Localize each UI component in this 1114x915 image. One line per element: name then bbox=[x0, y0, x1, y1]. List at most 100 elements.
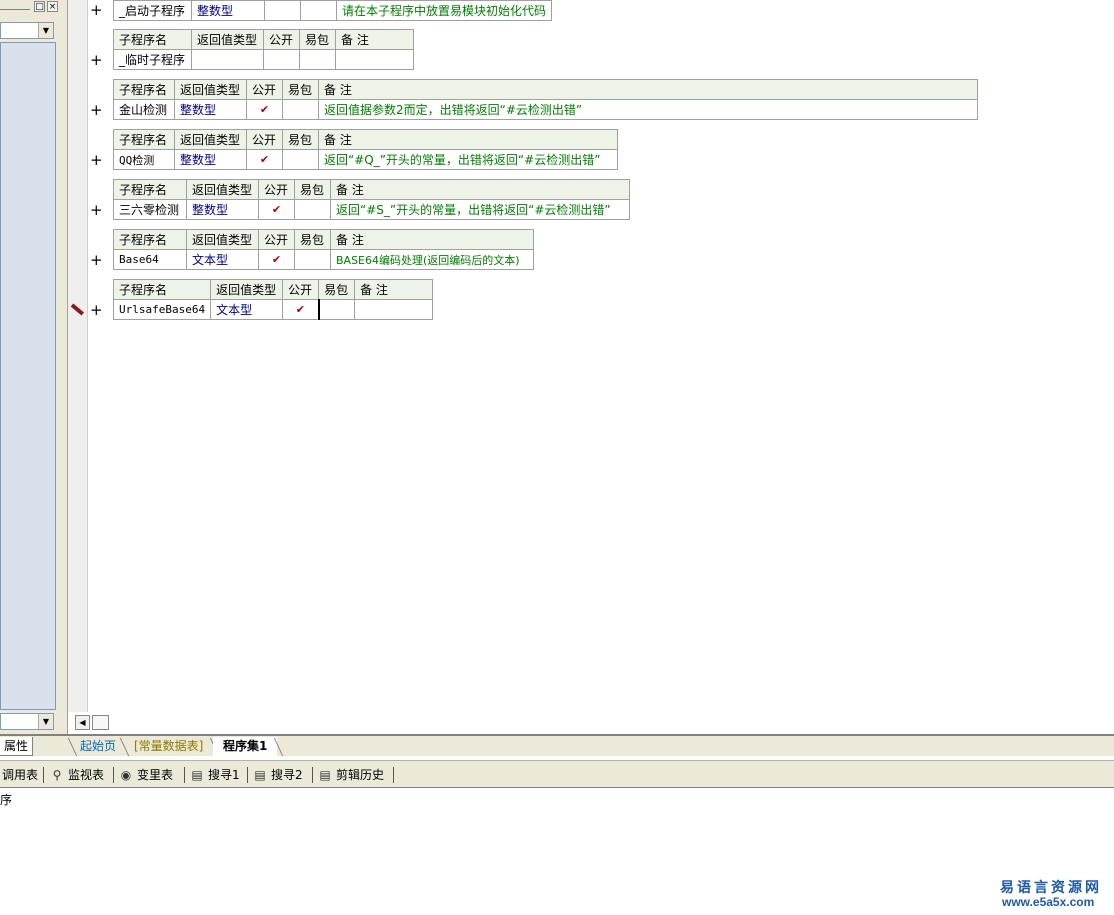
note-cell[interactable]: BASE64编码处理(返回编码后的文本) bbox=[330, 249, 534, 270]
check-icon[interactable]: ✔ bbox=[258, 249, 295, 270]
properties-list[interactable] bbox=[0, 42, 56, 710]
expand-icon[interactable]: + bbox=[90, 3, 103, 18]
easy-pack-cell[interactable] bbox=[299, 49, 336, 70]
subroutine-name[interactable]: QQ检测 bbox=[113, 149, 175, 170]
expand-icon[interactable]: + bbox=[90, 203, 103, 218]
toolbar-divider bbox=[113, 767, 114, 783]
toolbar-divider bbox=[184, 767, 185, 783]
return-type[interactable]: 整数型 bbox=[191, 0, 265, 21]
search2-label: 搜寻2 bbox=[271, 768, 303, 782]
col-easy-pack: 易包 bbox=[318, 279, 356, 300]
search1-button[interactable]: ▤ 搜寻1 bbox=[190, 765, 239, 785]
variable-table-button[interactable]: ◉ 变里表 bbox=[119, 765, 173, 785]
subroutine-table: _启动子程序 整数型 请在本子程序中放置易模块初始化代码 bbox=[113, 0, 553, 21]
col-return-type: 返回值类型 bbox=[174, 129, 247, 150]
table-header: 子程序名 返回值类型 公开 易包 备 注 bbox=[113, 129, 618, 150]
subroutine-table: 子程序名 返回值类型 公开 易包 备 注 金山检测 整数型 ✔ 返回值据参数2而… bbox=[113, 79, 978, 120]
watermark-title: 易语言资源网 bbox=[1000, 880, 1102, 896]
table-row: _临时子程序 bbox=[113, 49, 414, 70]
col-easy-pack: 易包 bbox=[282, 79, 319, 100]
return-type[interactable]: 整数型 bbox=[174, 99, 247, 120]
subroutine-name[interactable]: _临时子程序 bbox=[113, 49, 192, 70]
close-icon[interactable]: × bbox=[47, 1, 58, 12]
property-combo[interactable]: ▼ bbox=[0, 713, 54, 730]
expand-icon[interactable]: + bbox=[90, 153, 103, 168]
bottom-toolbar: 调用表 ⚲ 监视表 ◉ 变里表 ▤ 搜寻1 ▤ 搜寻2 ▤ 剪辑历史 bbox=[0, 760, 1114, 788]
check-icon[interactable]: ✔ bbox=[258, 199, 295, 220]
col-name: 子程序名 bbox=[113, 29, 192, 50]
check-icon[interactable]: ✔ bbox=[246, 149, 283, 170]
expand-icon[interactable]: + bbox=[90, 253, 103, 268]
col-return-type: 返回值类型 bbox=[186, 229, 259, 250]
subroutine-name[interactable]: 金山检测 bbox=[113, 99, 175, 120]
minimize-icon[interactable]: □ bbox=[34, 1, 45, 12]
col-name: 子程序名 bbox=[113, 129, 175, 150]
easy-pack-cell[interactable] bbox=[282, 99, 319, 120]
col-name: 子程序名 bbox=[113, 229, 187, 250]
find-icon: ▤ bbox=[191, 768, 203, 782]
easy-pack-cell[interactable] bbox=[282, 149, 319, 170]
col-return-type: 返回值类型 bbox=[186, 179, 259, 200]
output-panel[interactable]: 序 bbox=[0, 789, 1114, 915]
left-panel: □ × ▼ ▼ bbox=[0, 0, 60, 735]
chevron-down-icon[interactable]: ▼ bbox=[38, 23, 53, 38]
public-cell[interactable] bbox=[263, 49, 300, 70]
return-type[interactable]: 整数型 bbox=[186, 199, 259, 220]
return-type[interactable]: 文本型 bbox=[210, 299, 284, 320]
watch-table-label: 监视表 bbox=[68, 768, 105, 782]
table-header: 子程序名 返回值类型 公开 易包 备 注 bbox=[113, 29, 414, 50]
note-cell[interactable]: 返回值据参数2而定，出错将返回“#云检测出错” bbox=[318, 99, 978, 120]
return-type[interactable]: 文本型 bbox=[186, 249, 259, 270]
note-cell[interactable]: 请在本子程序中放置易模块初始化代码 bbox=[335, 0, 553, 21]
col-note: 备 注 bbox=[354, 279, 434, 300]
panel-splitter[interactable] bbox=[60, 0, 68, 735]
call-table-button[interactable]: 调用表 bbox=[2, 765, 38, 785]
table-header: 子程序名 返回值类型 公开 易包 备 注 bbox=[113, 79, 978, 100]
chevron-left-icon[interactable]: ◀ bbox=[75, 715, 90, 730]
note-cell[interactable] bbox=[354, 299, 434, 320]
ide-window: □ × ▼ ▼ + + + + + + + _启动子程序 整数型 请在本子程序中… bbox=[0, 0, 1114, 915]
subroutine-name[interactable]: 三六零检测 bbox=[113, 199, 187, 220]
col-name: 子程序名 bbox=[113, 79, 175, 100]
note-cell[interactable]: 返回“#Q_”开头的常量，出错将返回“#云检测出错” bbox=[318, 149, 618, 170]
note-cell[interactable]: 返回“#S_”开头的常量，出错将返回“#云检测出错” bbox=[330, 199, 630, 220]
binoculars-icon: ◉ bbox=[120, 768, 132, 782]
check-icon[interactable]: ✔ bbox=[282, 299, 320, 320]
expand-icon[interactable]: + bbox=[90, 103, 103, 118]
tab-const-table[interactable]: [常量数据表] bbox=[124, 737, 213, 756]
subroutine-name[interactable]: _启动子程序 bbox=[113, 0, 192, 21]
watch-table-button[interactable]: ⚲ 监视表 bbox=[50, 765, 104, 785]
panel-title-line bbox=[0, 9, 30, 10]
tab-program-set[interactable]: 程序集1 bbox=[213, 737, 278, 756]
search2-button[interactable]: ▤ 搜寻2 bbox=[253, 765, 303, 785]
easy-pack-cell[interactable] bbox=[317, 299, 356, 320]
subroutine-name[interactable]: UrlsafeBase64 bbox=[112, 299, 212, 320]
search-icon: ⚲ bbox=[52, 768, 62, 782]
note-cell[interactable] bbox=[335, 49, 414, 70]
subroutine-name[interactable]: Base64 bbox=[113, 249, 187, 270]
watermark-url: www.e5a5x.com bbox=[1002, 895, 1095, 909]
expand-icon[interactable]: + bbox=[90, 53, 103, 68]
col-public: 公开 bbox=[258, 229, 295, 250]
public-cell[interactable] bbox=[264, 0, 301, 21]
tab-properties[interactable]: 属性 bbox=[0, 737, 34, 756]
easy-pack-cell[interactable] bbox=[294, 199, 331, 220]
horizontal-scrollbar[interactable]: ◀ bbox=[75, 714, 1114, 732]
chevron-down-icon[interactable]: ▼ bbox=[38, 714, 53, 729]
object-combo[interactable]: ▼ bbox=[0, 22, 54, 39]
clip-history-button[interactable]: ▤ 剪辑历史 bbox=[318, 765, 384, 785]
easy-pack-cell[interactable] bbox=[300, 0, 337, 21]
scroll-thumb[interactable] bbox=[92, 715, 109, 730]
return-type[interactable]: 整数型 bbox=[174, 149, 247, 170]
table-header: 子程序名 返回值类型 公开 易包 备 注 bbox=[113, 229, 534, 250]
table-header: 子程序名 返回值类型 公开 易包 备 注 bbox=[113, 179, 630, 200]
subroutine-table: 子程序名 返回值类型 公开 易包 备 注 _临时子程序 bbox=[113, 29, 414, 70]
col-return-type: 返回值类型 bbox=[210, 279, 284, 300]
tab-start-page[interactable]: 起始页 bbox=[70, 737, 126, 756]
easy-pack-cell[interactable] bbox=[294, 249, 331, 270]
output-text: 序 bbox=[0, 793, 13, 807]
toolbar-divider bbox=[43, 767, 44, 783]
expand-icon[interactable]: + bbox=[90, 303, 103, 318]
return-type[interactable] bbox=[191, 49, 264, 70]
check-icon[interactable]: ✔ bbox=[246, 99, 283, 120]
